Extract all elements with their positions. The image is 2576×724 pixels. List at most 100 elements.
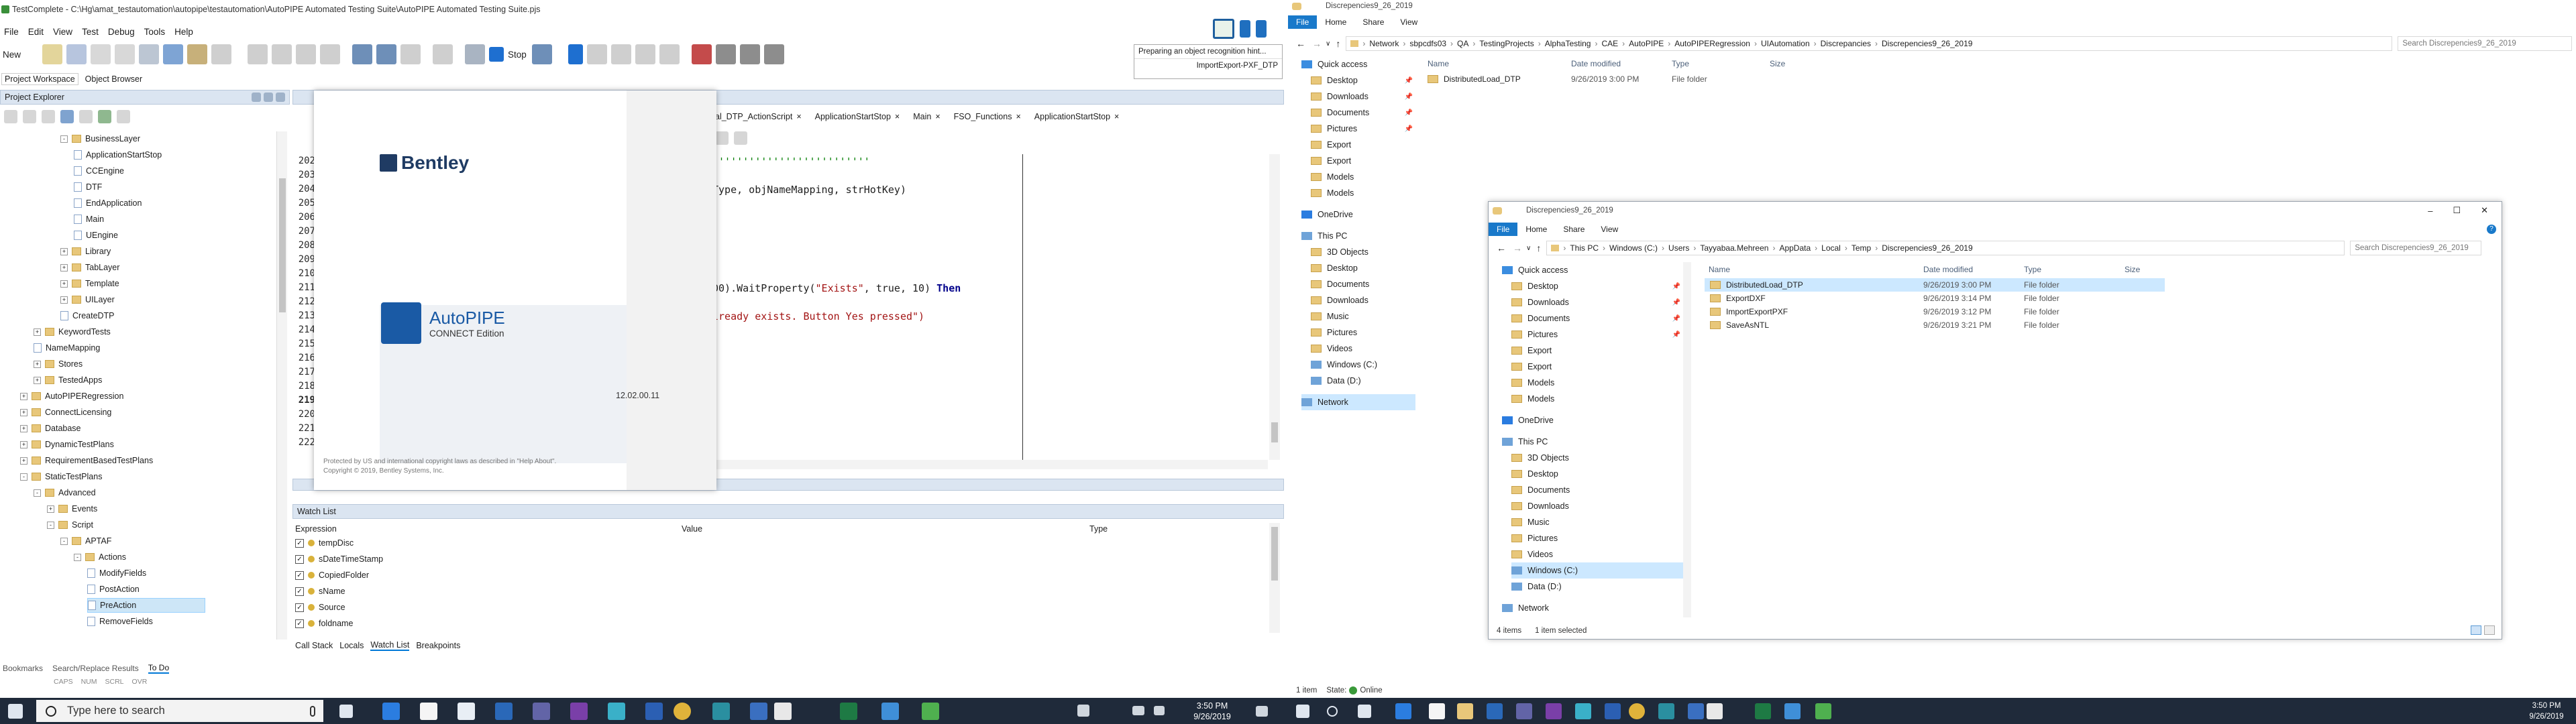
watch-checkbox[interactable]: ✓ xyxy=(295,587,304,596)
editor-tab-appstartstop2[interactable]: ApplicationStartStop × xyxy=(1034,112,1120,121)
breadcrumb-segment[interactable]: Temp xyxy=(1851,243,1871,253)
stop-button[interactable]: Stop xyxy=(508,50,527,60)
keyword-icon[interactable] xyxy=(433,44,453,64)
run-to-icon[interactable] xyxy=(659,44,680,64)
menu-test[interactable]: Test xyxy=(82,27,99,37)
onenote-taskbar-icon[interactable] xyxy=(570,703,588,720)
breadcrumb-segment[interactable]: sbpcdfs03 xyxy=(1409,39,1446,48)
watch-checkbox[interactable]: ✓ xyxy=(295,554,304,564)
outlook-taskbar-icon[interactable] xyxy=(1487,703,1503,719)
watch-col-type[interactable]: Type xyxy=(1089,524,1108,534)
forward-arrow-icon[interactable]: → xyxy=(1312,38,1322,49)
nav-pane-item[interactable]: Models xyxy=(1511,375,1683,391)
nav-pane-item[interactable]: Export xyxy=(1511,343,1683,359)
recognition-hint-icon[interactable] xyxy=(1213,19,1234,39)
collapse-icon[interactable]: - xyxy=(60,537,68,545)
file-row[interactable]: ExportDXF 9/26/2019 3:14 PM File folder xyxy=(1705,292,2165,305)
pe-tool2-icon[interactable] xyxy=(23,110,36,123)
task-view-icon[interactable] xyxy=(1358,705,1371,718)
step-out-icon[interactable] xyxy=(635,44,655,64)
breadcrumb-separator-icon[interactable]: › xyxy=(1772,243,1775,253)
nav-pane-item[interactable]: Quick access xyxy=(1502,262,1683,278)
pe-tool6-icon[interactable] xyxy=(98,110,111,123)
breadcrumb-segment[interactable]: Windows (C:) xyxy=(1609,243,1658,253)
details-view-icon[interactable] xyxy=(2471,625,2481,635)
expand-icon[interactable]: + xyxy=(34,328,41,336)
menu-edit[interactable]: Edit xyxy=(28,27,44,37)
app3-taskbar-icon[interactable] xyxy=(1707,703,1723,719)
nav-pane-item[interactable]: OneDrive xyxy=(1502,412,1683,428)
breadcrumb-segment[interactable]: Discrepencies9_26_2019 xyxy=(1882,39,1972,48)
taskbar-clock-right[interactable]: 3:50 PM 9/26/2019 xyxy=(2520,701,2573,722)
explorer1-ribbon-share[interactable]: Share xyxy=(1354,15,1392,29)
pe-tool4-icon[interactable] xyxy=(60,110,74,123)
expand-icon[interactable]: + xyxy=(60,247,68,255)
tab-todo[interactable]: To Do xyxy=(148,663,170,674)
tree-item[interactable]: + KeywordTests xyxy=(34,324,111,339)
menu-debug[interactable]: Debug xyxy=(108,27,135,37)
bug3-icon[interactable] xyxy=(739,44,760,64)
nav-pane-item[interactable]: Desktop 📌 xyxy=(1311,72,1415,88)
watch-col-expression[interactable]: Expression xyxy=(295,524,682,534)
breadcrumb-separator-icon[interactable]: › xyxy=(1472,39,1475,48)
menu-help[interactable]: Help xyxy=(174,27,193,37)
editor-scroll-thumb[interactable] xyxy=(1271,422,1278,442)
breadcrumb-segment[interactable]: This PC xyxy=(1570,243,1599,253)
nav-pane-item[interactable]: Documents 📌 xyxy=(1311,105,1415,121)
nav-pane-item[interactable]: Videos xyxy=(1511,546,1683,562)
undo-icon[interactable] xyxy=(91,44,111,64)
tree-item[interactable]: + TestedApps xyxy=(34,373,102,387)
tree-item[interactable]: + Stores xyxy=(34,357,83,371)
nav-pane-item[interactable]: Data (D:) xyxy=(1511,579,1683,595)
breadcrumb-segment[interactable]: CAE xyxy=(1601,39,1618,48)
tree-item[interactable]: UEngine xyxy=(74,228,118,243)
word-taskbar-icon[interactable] xyxy=(645,703,663,720)
breadcrumb-separator-icon[interactable]: › xyxy=(1845,243,1847,253)
tree-item[interactable]: Main xyxy=(74,212,104,227)
app1-taskbar-icon[interactable] xyxy=(1658,703,1674,719)
explorer1-address-bar[interactable]: › Network › sbpcdfs03 › QA › TestingProjects › Al… xyxy=(1346,36,2393,51)
tree-item[interactable]: + DynamicTestPlans xyxy=(20,437,114,452)
watch-row[interactable]: ✓ sDateTimeStamp xyxy=(295,552,383,566)
explorer1-col-date[interactable]: Date modified xyxy=(1571,59,1672,68)
watch-checkbox[interactable]: ✓ xyxy=(295,603,304,612)
windows-start-icon[interactable] xyxy=(8,704,23,719)
watch-checkbox[interactable]: ✓ xyxy=(295,619,304,628)
nav-pane-item[interactable]: Data (D:) xyxy=(1311,373,1415,389)
nav-pane-item[interactable]: Windows (C:) xyxy=(1311,357,1415,373)
breadcrumb-separator-icon[interactable]: › xyxy=(1538,39,1541,48)
tree-item[interactable]: DTF xyxy=(74,180,102,194)
explorer2-ribbon-home[interactable]: Home xyxy=(1517,223,1555,236)
explorer2-col-type[interactable]: Type xyxy=(2024,265,2125,274)
nav-pane-item[interactable]: Downloads 📌 xyxy=(1311,88,1415,105)
editor-tab-main[interactable]: Main × xyxy=(913,112,940,121)
nav-pane-item[interactable]: Pictures xyxy=(1311,324,1415,341)
nav-pane-item[interactable]: Quick access xyxy=(1301,56,1415,72)
chrome-taskbar-icon[interactable] xyxy=(674,703,691,720)
tab-call-stack[interactable]: Call Stack xyxy=(295,641,333,650)
recent-chevron-icon[interactable]: ∨ xyxy=(1526,245,1531,252)
collapse-icon[interactable]: - xyxy=(20,473,28,481)
tab-bookmarks[interactable]: Bookmarks xyxy=(3,664,43,673)
tree-item[interactable]: ApplicationStartStop xyxy=(74,147,162,162)
store-taskbar-icon[interactable] xyxy=(420,703,437,720)
file-row[interactable]: SaveAsNTL 9/26/2019 3:21 PM File folder xyxy=(1705,318,2165,332)
step-icon[interactable] xyxy=(586,44,607,64)
app2-taskbar-icon[interactable] xyxy=(1688,703,1704,719)
cut-icon[interactable] xyxy=(139,44,160,64)
windows-start-icon[interactable] xyxy=(1296,705,1309,718)
breadcrumb-segment[interactable]: UIAutomation xyxy=(1761,39,1810,48)
tab-project-workspace[interactable]: Project Workspace xyxy=(1,73,78,85)
file-row[interactable]: ImportExportPXF 9/26/2019 3:12 PM File fol… xyxy=(1705,305,2165,318)
tree-item[interactable]: PostAction xyxy=(87,582,140,597)
help-icon[interactable]: ? xyxy=(2487,225,2496,234)
excel-taskbar-icon[interactable] xyxy=(840,703,857,720)
tree-item[interactable]: NameMapping xyxy=(34,341,100,355)
record-icon[interactable] xyxy=(352,44,373,64)
open-icon[interactable] xyxy=(42,44,63,64)
nav-pane-item[interactable]: Pictures 📌 xyxy=(1511,326,1683,343)
explorer2-ribbon-file[interactable]: File xyxy=(1489,223,1518,236)
watch-row[interactable]: ✓ tempDisc xyxy=(295,536,354,550)
nav-pane-item[interactable]: Windows (C:) xyxy=(1511,562,1683,579)
expand-icon[interactable]: + xyxy=(60,263,68,272)
